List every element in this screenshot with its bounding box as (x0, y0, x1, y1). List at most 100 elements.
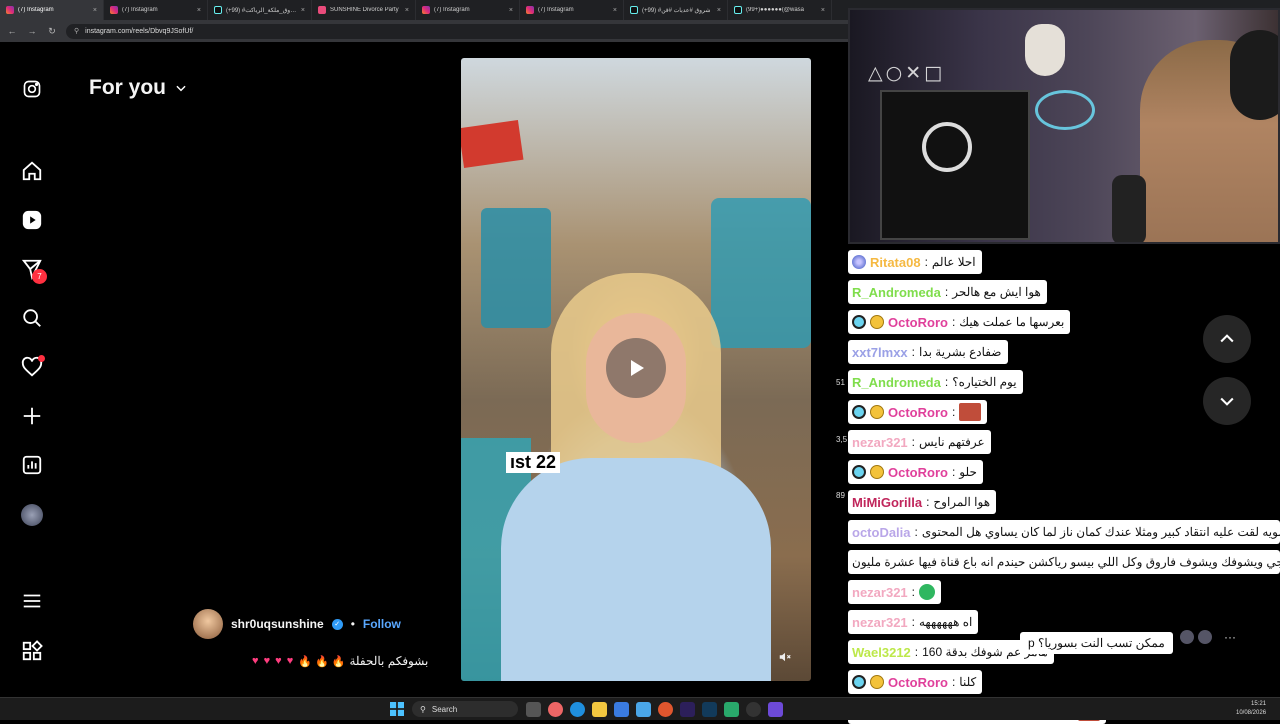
browser-tab[interactable]: (+99) #شروق #عديات #قن × (624, 0, 728, 20)
browser-tab[interactable]: (7) Instagram × (0, 0, 104, 20)
chat-username[interactable]: Ritata08 (870, 255, 921, 270)
chat-text: يوم الختياره؟ (952, 375, 1017, 389)
feed-title: For you (89, 76, 166, 99)
search-icon[interactable] (20, 306, 44, 330)
chat-text: احلا عالم (931, 255, 976, 269)
browser-tab[interactable]: (7) Instagram × (520, 0, 624, 20)
author-avatar[interactable] (193, 609, 223, 639)
browser-tab[interactable]: (7) Instagram × (104, 0, 208, 20)
mute-button[interactable] (776, 648, 794, 666)
follow-button[interactable]: Follow (363, 617, 401, 631)
chat-message: nezar321: اه ههههههه (848, 610, 979, 634)
reel-caption: ♥ ♥ ♥ ♥ 🔥 🔥 🔥 بشوفكم بالحفلة (252, 654, 428, 668)
app-icon[interactable] (724, 702, 739, 717)
caption-text: بشوفكم بالحفلة (349, 654, 429, 668)
video-frame-detail (481, 208, 551, 328)
notification-count-badge: 7 (32, 269, 47, 284)
chat-username[interactable]: OctoRoro (888, 315, 948, 330)
close-tab-icon[interactable]: × (405, 7, 409, 14)
task-view-icon[interactable] (526, 702, 541, 717)
chat-username[interactable]: OctoRoro (888, 405, 948, 420)
forward-icon[interactable]: → (26, 26, 38, 36)
author-username[interactable]: shr0uqsunshine (231, 617, 324, 631)
app-icon[interactable] (636, 702, 651, 717)
previous-reel-button[interactable] (1203, 315, 1251, 363)
back-icon[interactable]: ← (6, 26, 18, 36)
caption-hearts: ♥ ♥ ♥ ♥ (252, 655, 295, 667)
menu-icon[interactable] (20, 589, 44, 613)
tab-label: (99+)●●●●●●(@wasa (746, 7, 805, 13)
coin-badge-icon (870, 315, 884, 329)
url-field[interactable]: ⚲ instagram.com/reels/Dbvq9JSofUf/ (66, 23, 896, 39)
browser-tab[interactable]: (+99) #شروق_ملكة_الريأكت × (208, 0, 312, 20)
chat-username[interactable]: xxt7lmxx (852, 345, 908, 360)
taskbar-clock[interactable]: 15:21 10/08/2026 (1236, 700, 1266, 718)
play-button[interactable] (606, 338, 666, 398)
tiktok-favicon-icon (734, 6, 742, 14)
chat-separator: : (951, 405, 956, 419)
floating-message-actions: ··· (1180, 630, 1236, 644)
close-tab-icon[interactable]: × (509, 7, 513, 14)
next-reel-button[interactable] (1203, 377, 1251, 425)
chat-message: nezar321: (848, 580, 941, 604)
premiere-icon[interactable] (680, 702, 695, 717)
chat-username[interactable]: nezar321 (852, 615, 908, 630)
tab-label: SUNSHINE Divorce Party (330, 7, 399, 13)
file-explorer-icon[interactable] (592, 702, 607, 717)
chat-username[interactable]: MiMiGorilla (852, 495, 922, 510)
close-tab-icon[interactable]: × (301, 7, 305, 14)
browser-tab[interactable]: (7) Instagram × (416, 0, 520, 20)
site-info-icon[interactable]: ⚲ (74, 27, 79, 35)
chat-separator: : (914, 645, 919, 659)
windows-start-icon[interactable] (390, 702, 404, 716)
app-icon[interactable] (768, 702, 783, 717)
reload-icon[interactable]: ↻ (46, 26, 58, 37)
chat-username[interactable]: R_Andromeda (852, 285, 941, 300)
chat-separator: : (911, 615, 915, 629)
obs-icon[interactable] (746, 702, 761, 717)
browser-tab[interactable]: (99+)●●●●●●(@wasa × (728, 0, 832, 20)
chat-username[interactable]: OctoRoro (888, 465, 948, 480)
chat-text: هوا ايش مع هالحر (952, 285, 1041, 299)
instagram-logo-icon[interactable] (20, 77, 44, 101)
chat-separator: : (924, 255, 928, 269)
photoshop-icon[interactable] (702, 702, 717, 717)
profile-avatar[interactable] (20, 503, 44, 527)
reel-video[interactable]: ıst 22 (461, 58, 811, 681)
close-tab-icon[interactable]: × (197, 7, 201, 14)
create-plus-icon[interactable] (20, 404, 44, 428)
chat-username[interactable]: nezar321 (852, 435, 908, 450)
feed-selector[interactable]: For you (89, 76, 188, 100)
heart-favicon-icon (318, 6, 326, 14)
browser-tab[interactable]: SUNSHINE Divorce Party × (312, 0, 416, 20)
close-tab-icon[interactable]: × (613, 7, 617, 14)
close-tab-icon[interactable]: × (821, 7, 825, 14)
chat-separator: : (951, 315, 956, 329)
close-tab-icon[interactable]: × (93, 7, 97, 14)
dashboard-icon[interactable] (20, 453, 44, 477)
chrome-icon[interactable] (658, 702, 673, 717)
chat-username[interactable]: Wael3212 (852, 645, 911, 660)
store-icon[interactable] (614, 702, 629, 717)
more-options-icon[interactable]: ··· (1216, 630, 1236, 644)
reels-icon[interactable] (20, 208, 44, 232)
tab-label: (7) Instagram (538, 7, 574, 13)
close-tab-icon[interactable]: × (717, 7, 721, 14)
coin-badge-icon (870, 465, 884, 479)
home-icon[interactable] (20, 159, 44, 183)
chat-separator: : (911, 585, 915, 599)
chat-username[interactable]: R_Andromeda (852, 375, 941, 390)
chat-username[interactable]: nezar321 (852, 585, 908, 600)
chat-username[interactable]: OctoRoro (888, 675, 948, 690)
taskbar-search[interactable]: ⚲ Search (412, 701, 518, 717)
more-apps-icon[interactable] (20, 639, 44, 663)
chat-message: R_Andromeda: يوم الختياره؟ (848, 370, 1023, 394)
instagram-favicon-icon (6, 6, 14, 14)
edge-icon[interactable] (570, 702, 585, 717)
chat-message: R_Andromeda: هوا ايش مع هالحر (848, 280, 1047, 304)
app-icon[interactable] (548, 702, 563, 717)
shares-count: 89 (836, 491, 845, 500)
microphone (1112, 175, 1146, 242)
chat-username[interactable]: octoDalia (852, 525, 911, 540)
diamond-badge-icon (852, 255, 866, 269)
